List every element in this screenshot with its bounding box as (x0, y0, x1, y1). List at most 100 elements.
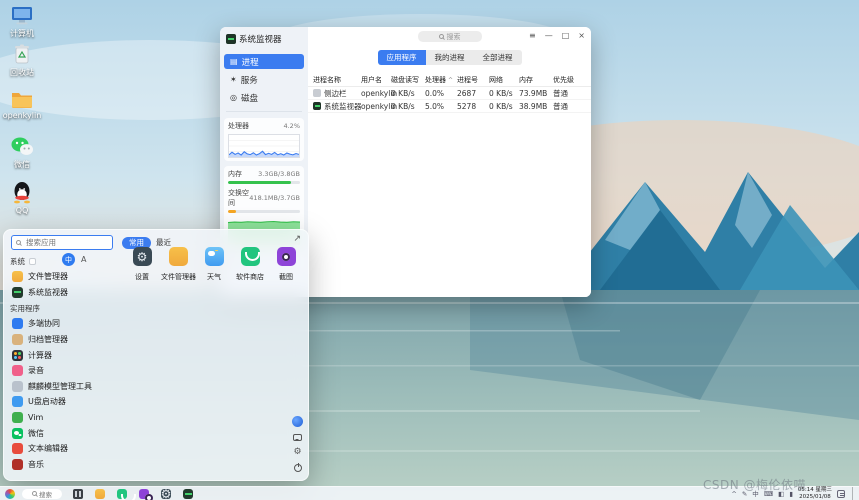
maximize-button[interactable]: □ (562, 31, 570, 41)
computer-icon (10, 6, 34, 26)
system-monitor-icon[interactable] (183, 489, 193, 499)
system-monitor-main: 搜索 ≡ — □ × 应用程序 我的进程 全部进程 进程名称 用户名 磁盘读写 … (308, 27, 591, 297)
user-avatar[interactable] (292, 416, 303, 427)
col-disk[interactable]: 磁盘读写 (391, 75, 425, 85)
cell-process-name: 侧边栏 (324, 88, 347, 99)
favorite-settings[interactable]: 设置 (125, 247, 159, 282)
cell-pid: 2687 (457, 89, 489, 98)
app-item-file-manager[interactable]: 文件管理器 (10, 269, 124, 285)
tab-my-processes[interactable]: 我的进程 (426, 50, 474, 65)
col-pid[interactable]: 进程号 (457, 75, 489, 85)
desktop-icon-qq[interactable]: QQ (2, 181, 42, 215)
recorder-icon (12, 365, 23, 376)
taskbar-search[interactable]: 搜索 (22, 489, 62, 499)
col-name[interactable]: 进程名称 (313, 75, 361, 85)
cell-pid: 5278 (457, 102, 489, 111)
system-monitor-icon (12, 287, 23, 298)
text-editor-icon (12, 443, 23, 454)
clock-date: 2025/01/08 (798, 494, 832, 500)
system-monitor-app-icon (226, 34, 236, 44)
tab-applications[interactable]: 应用程序 (378, 50, 426, 65)
desktop: 计算机 回收站 openkylin 微信 (0, 0, 859, 500)
desktop-icon-trash[interactable]: 回收站 (2, 43, 42, 78)
close-button[interactable]: × (578, 31, 585, 41)
cell-disk: 0 KB/s (391, 102, 425, 111)
app-item-wechat[interactable]: 微信 (10, 425, 124, 441)
app-list: 系统 文件管理器 系统监视器 实用程序 多端协同 归档管理器 (10, 253, 124, 472)
search-placeholder: 搜索 (447, 32, 461, 42)
desktop-icon-label: 计算机 (2, 28, 42, 39)
app-item-calculator[interactable]: 计算器 (10, 347, 124, 363)
cell-prio: 普通 (553, 101, 586, 112)
sidebar-item-label: 服务 (241, 74, 258, 86)
app-item-system-monitor[interactable]: 系统监视器 (10, 285, 124, 301)
col-cpu[interactable]: 处理器^ (425, 75, 457, 85)
software-store-icon[interactable] (117, 489, 127, 499)
window-search-box[interactable]: 搜索 (418, 31, 482, 42)
screenshot-icon[interactable] (139, 489, 149, 499)
gear-icon[interactable]: ⚙ (293, 448, 301, 457)
app-item-text-editor[interactable]: 文本编辑器 (10, 441, 124, 457)
sidebar-item-label: 磁盘 (241, 92, 258, 104)
minimize-button[interactable]: — (545, 31, 553, 41)
show-desktop-strip[interactable] (852, 487, 856, 500)
file-manager-icon (12, 271, 23, 282)
favorite-screenshot[interactable]: 截图 (269, 247, 303, 282)
favorite-software-store[interactable]: 软件商店 (233, 247, 267, 282)
usb-creator-icon (12, 396, 23, 407)
window-titlebar: 搜索 ≡ — □ × (308, 27, 591, 45)
sidebar-item-services[interactable]: ✶ 服务 (224, 72, 304, 87)
sidebar-item-processes[interactable]: ▤ 进程 (224, 54, 304, 69)
group-badge (29, 258, 36, 265)
col-prio[interactable]: 优先级 (553, 75, 586, 85)
table-row[interactable]: 系统监视器 openkylin 0 KB/s 5.0% 5278 0 KB/s … (308, 100, 591, 113)
swap-value: 418.1MB/3.7GB (249, 194, 300, 202)
notification-center-icon[interactable] (837, 490, 845, 498)
favorite-weather[interactable]: 天气 (197, 247, 231, 282)
favorite-file-manager[interactable]: 文件管理器 (161, 247, 195, 282)
start-button[interactable] (5, 489, 15, 499)
wechat-icon (10, 136, 34, 157)
window-title: 系统监视器 (239, 33, 282, 45)
desktop-icon-label: 回收站 (2, 67, 42, 78)
app-item-kylin-model-tool[interactable]: 麒麟模型管理工具 (10, 379, 124, 395)
desktop-icon-computer[interactable]: 计算机 (2, 6, 42, 39)
desktop-icon-label: QQ (2, 206, 42, 215)
cell-process-name: 系统监视器 (324, 101, 361, 112)
col-mem[interactable]: 内存 (519, 75, 553, 85)
cpu-history-sparkline (228, 134, 300, 158)
menu-search-box[interactable] (11, 235, 113, 250)
trash-icon (12, 43, 32, 65)
desktop-icon-wechat[interactable]: 微信 (2, 136, 42, 170)
cell-user: openkylin (361, 102, 391, 111)
sidebar-item-disks[interactable]: ◎ 磁盘 (224, 90, 304, 105)
table-row[interactable]: 侧边栏 openkylin 0 KB/s 0.0% 2687 0 KB/s 73… (308, 87, 591, 100)
table-header: 进程名称 用户名 磁盘读写 处理器^ 进程号 网络 内存 优先级 (308, 74, 591, 87)
feedback-icon[interactable] (293, 434, 302, 441)
search-icon (439, 34, 444, 39)
power-icon[interactable] (294, 464, 302, 472)
expand-menu-icon[interactable]: ↗ (293, 235, 301, 244)
collaboration-icon (12, 318, 23, 329)
multitask-view-icon[interactable] (73, 489, 83, 499)
app-item-collaboration[interactable]: 多端协同 (10, 316, 124, 332)
app-item-recorder[interactable]: 录音 (10, 363, 124, 379)
app-item-vim[interactable]: Vim (10, 410, 124, 426)
cell-prio: 普通 (553, 88, 586, 99)
app-item-archive-manager[interactable]: 归档管理器 (10, 332, 124, 348)
window-menu-button[interactable]: ≡ (529, 31, 536, 41)
screenshot-icon (277, 247, 296, 266)
col-net[interactable]: 网络 (489, 75, 519, 85)
settings-icon[interactable] (161, 489, 171, 499)
desktop-icon-openkylin-folder[interactable]: openkylin (2, 89, 42, 120)
app-item-music[interactable]: 音乐 (10, 457, 124, 473)
menu-search-input[interactable] (24, 237, 108, 248)
file-manager-icon (169, 247, 188, 266)
col-user[interactable]: 用户名 (361, 75, 391, 85)
app-item-usb-creator[interactable]: U盘启动器 (10, 394, 124, 410)
cell-mem: 38.9MB (519, 102, 553, 111)
file-manager-icon[interactable] (95, 489, 105, 499)
process-tabs: 应用程序 我的进程 全部进程 (308, 50, 591, 65)
weather-icon (205, 247, 224, 266)
tab-all-processes[interactable]: 全部进程 (474, 50, 522, 65)
